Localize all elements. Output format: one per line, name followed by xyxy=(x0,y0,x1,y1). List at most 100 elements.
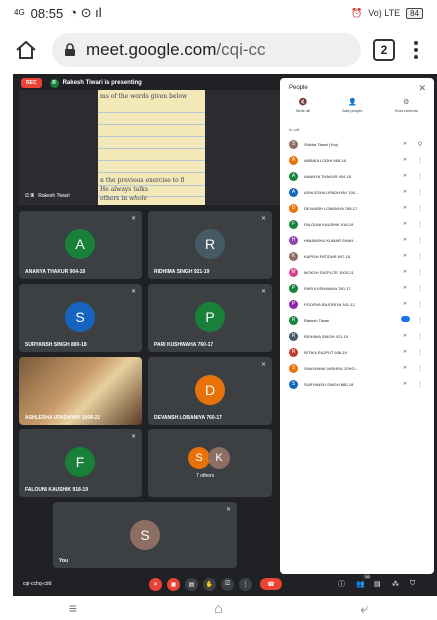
participant-row[interactable]: S Shikha Tiwari (You) ✕ ⚲ xyxy=(280,136,434,152)
mic-off-icon: ✕ xyxy=(260,216,266,222)
more-vert-icon[interactable]: ⋮ xyxy=(416,381,424,388)
recents-button[interactable]: ≡ xyxy=(69,600,77,616)
participant-tile[interactable]: ✕ D DEVANSH LOBANIYA 760-17 xyxy=(148,357,272,425)
home-nav-button[interactable]: ⌂ xyxy=(214,600,222,616)
home-button[interactable] xyxy=(12,36,40,64)
participant-avatar: K xyxy=(289,251,298,261)
close-icon[interactable]: ✕ xyxy=(418,83,426,94)
back-button[interactable]: ⤶ xyxy=(360,600,368,617)
mic-off-icon: ✕ xyxy=(402,173,408,179)
more-vert-icon[interactable]: ⋮ xyxy=(416,285,424,292)
tab-switcher-button[interactable]: 2 xyxy=(373,39,395,61)
mic-toggle-button[interactable]: ✕ xyxy=(149,577,162,591)
participant-tile[interactable]: ✕ F FALOUNI KAUSHIK 918-19 xyxy=(19,429,142,497)
activities-icon: ⁂ xyxy=(392,581,399,588)
participant-tile[interactable]: ✕ S SURYANSH SINGH 880-18 xyxy=(19,284,142,352)
more-vert-icon[interactable]: ⋮ xyxy=(416,253,424,260)
participant-name: SHASHANK MISHRA JOHO... xyxy=(304,365,359,371)
recording-badge: REC xyxy=(21,78,42,88)
raise-hand-button[interactable]: ✋ xyxy=(203,577,216,591)
more-vert-icon[interactable]: ⋮ xyxy=(416,189,424,196)
participant-name: DEVANSH LOBANIYA 760-17 xyxy=(154,415,222,421)
participant-row[interactable]: F FALOUNI KAUSHIK 918-19 ✕ ⋮ xyxy=(280,216,434,232)
participant-avatar: D xyxy=(289,203,298,213)
add-people-icon: 👤 xyxy=(347,99,357,106)
avatar: S xyxy=(65,302,95,332)
participant-avatar: A xyxy=(289,171,298,181)
presentation-tile[interactable]: ms of the words given below n the previo… xyxy=(19,90,281,205)
participant-tile[interactable]: ✕ A ANANYA THAKUR 904-18 xyxy=(19,211,142,279)
participant-row[interactable]: D DEVANSH LOBANIYA 768-17 ✕ ⋮ xyxy=(280,200,434,216)
others-tile[interactable]: S K 7 others xyxy=(148,429,272,497)
host-controls-button[interactable]: ⚙ Host controls xyxy=(395,98,418,113)
participant-tile[interactable]: ✕ P PARI KUSHWAHA 760-17 xyxy=(148,284,272,352)
participant-row[interactable]: R RIDHIMA SINGH 921-19 ✕ ⋮ xyxy=(280,328,434,344)
more-options-button[interactable]: ⋮ xyxy=(239,577,252,591)
participant-name: MOKSH SATPUTE 1003-21 xyxy=(304,269,354,275)
people-button[interactable]: 👥 xyxy=(356,580,365,588)
presenter-avatar: R xyxy=(49,78,59,88)
participant-name: FALOUNI KAUSHIK 918-19 xyxy=(304,221,354,227)
participant-row[interactable]: R Rakesh Tiwari ⋮ xyxy=(280,312,434,328)
participant-video-tile[interactable]: ASHLESHA UPADHYAY 1008-21 xyxy=(19,357,142,425)
info-icon: ⓘ xyxy=(338,581,345,588)
mute-all-button[interactable]: 🔇 Mute all xyxy=(296,98,310,113)
participant-row[interactable]: S SHASHANK MISHRA JOHO... ✕ ⋮ xyxy=(280,360,434,376)
more-vert-icon[interactable]: ⋮ xyxy=(416,365,424,372)
presenting-indicator: R Rakesh Tiwari is presenting xyxy=(49,78,142,88)
paper-text-4: others in whole xyxy=(100,195,148,202)
camera-toggle-button[interactable]: ▣ xyxy=(167,577,180,591)
captions-button[interactable]: ▤ xyxy=(185,577,198,591)
browser-menu-button[interactable] xyxy=(407,38,425,62)
participant-row[interactable]: A ANANYA THAKUR 904-18 ✕ ⋮ xyxy=(280,168,434,184)
self-tile[interactable]: ✕ S You xyxy=(53,502,237,568)
more-vert-icon[interactable]: ⋮ xyxy=(416,269,424,276)
safety-button[interactable]: ⛉ xyxy=(410,580,415,588)
participant-row[interactable]: A AMBIKA LODHI 665-16 ✕ ⋮ xyxy=(280,152,434,168)
mic-off-icon: ✕ xyxy=(402,349,408,355)
more-vert-icon[interactable]: ⋮ xyxy=(416,173,424,180)
participant-avatar: R xyxy=(289,315,298,325)
participant-row[interactable]: R RITIKA RAJPUT 936-19 ✕ ⋮ xyxy=(280,344,434,360)
participant-name: FALOUNI KAUSHIK 918-19 xyxy=(25,487,89,493)
paper-text-2: n the previous exercise to fi xyxy=(100,177,185,184)
chat-button[interactable]: ▤ xyxy=(374,580,381,588)
participant-row[interactable]: A ASHLESHA UPADHYAY 100... ✕ ⋮ xyxy=(280,184,434,200)
system-navigation-bar: ≡ ⌂ ⤶ xyxy=(0,596,437,620)
alarm-icon: ⏰ xyxy=(351,7,363,18)
participant-row[interactable]: S SURYANSH SINGH 880-18 ✕ ⋮ xyxy=(280,376,434,392)
add-people-button[interactable]: 👤 Add people xyxy=(342,98,362,113)
more-vert-icon[interactable]: ⋮ xyxy=(416,301,424,308)
info-button[interactable]: ⓘ xyxy=(338,579,345,589)
paper-text-3: He always talks xyxy=(100,186,148,193)
participant-name: RIDHIMA SINGH 921-19 xyxy=(304,333,349,339)
more-vert-icon[interactable]: ⋮ xyxy=(416,157,424,164)
participant-row[interactable]: P PARI KUSHWAHA 760-17 ✕ ⋮ xyxy=(280,280,434,296)
more-vert-icon[interactable]: ⋮ xyxy=(416,221,424,228)
participant-tile[interactable]: ✕ R RIDHIMA SINGH 921-19 xyxy=(148,211,272,279)
more-vert-icon[interactable]: ⋮ xyxy=(416,349,424,356)
mute-all-icon: 🔇 xyxy=(298,99,308,106)
more-vert-icon[interactable]: ⋮ xyxy=(416,333,424,340)
more-vert-icon[interactable]: ⋮ xyxy=(416,205,424,212)
leave-call-button[interactable]: ☎ xyxy=(260,578,282,590)
participant-avatar: P xyxy=(289,299,298,309)
participant-avatar: M xyxy=(289,267,298,277)
participant-row[interactable]: K KAPISH PATIDAR 697-16 ✕ ⋮ xyxy=(280,248,434,264)
pin-icon[interactable]: ⚲ xyxy=(416,141,424,148)
more-vert-icon[interactable]: ⋮ xyxy=(416,317,424,324)
in-call-heading: In call xyxy=(289,127,300,132)
activities-button[interactable]: ⁂ xyxy=(392,580,399,588)
participant-row[interactable]: P POORVA RAJORIYA 342-12 ✕ ⋮ xyxy=(280,296,434,312)
participant-name: HIMANSHU KUMAR SHAH ... xyxy=(304,237,358,243)
address-bar[interactable]: meet.google.com/cqi-cc xyxy=(52,33,361,67)
participant-row[interactable]: H HIMANSHU KUMAR SHAH ... ✕ ⋮ xyxy=(280,232,434,248)
battery-icon: 84 xyxy=(406,7,423,19)
mic-off-icon: ✕ xyxy=(402,365,408,371)
participant-row[interactable]: M MOKSH SATPUTE 1003-21 ✕ ⋮ xyxy=(280,264,434,280)
participant-name: You xyxy=(59,558,69,564)
present-button[interactable]: ⎚ xyxy=(221,577,234,591)
participant-name: ANANYA THAKUR 904-18 xyxy=(25,269,86,275)
more-vert-icon[interactable]: ⋮ xyxy=(416,237,424,244)
participant-list: S Shikha Tiwari (You) ✕ ⚲ A AMBIKA LODHI 665-… xyxy=(280,136,434,392)
